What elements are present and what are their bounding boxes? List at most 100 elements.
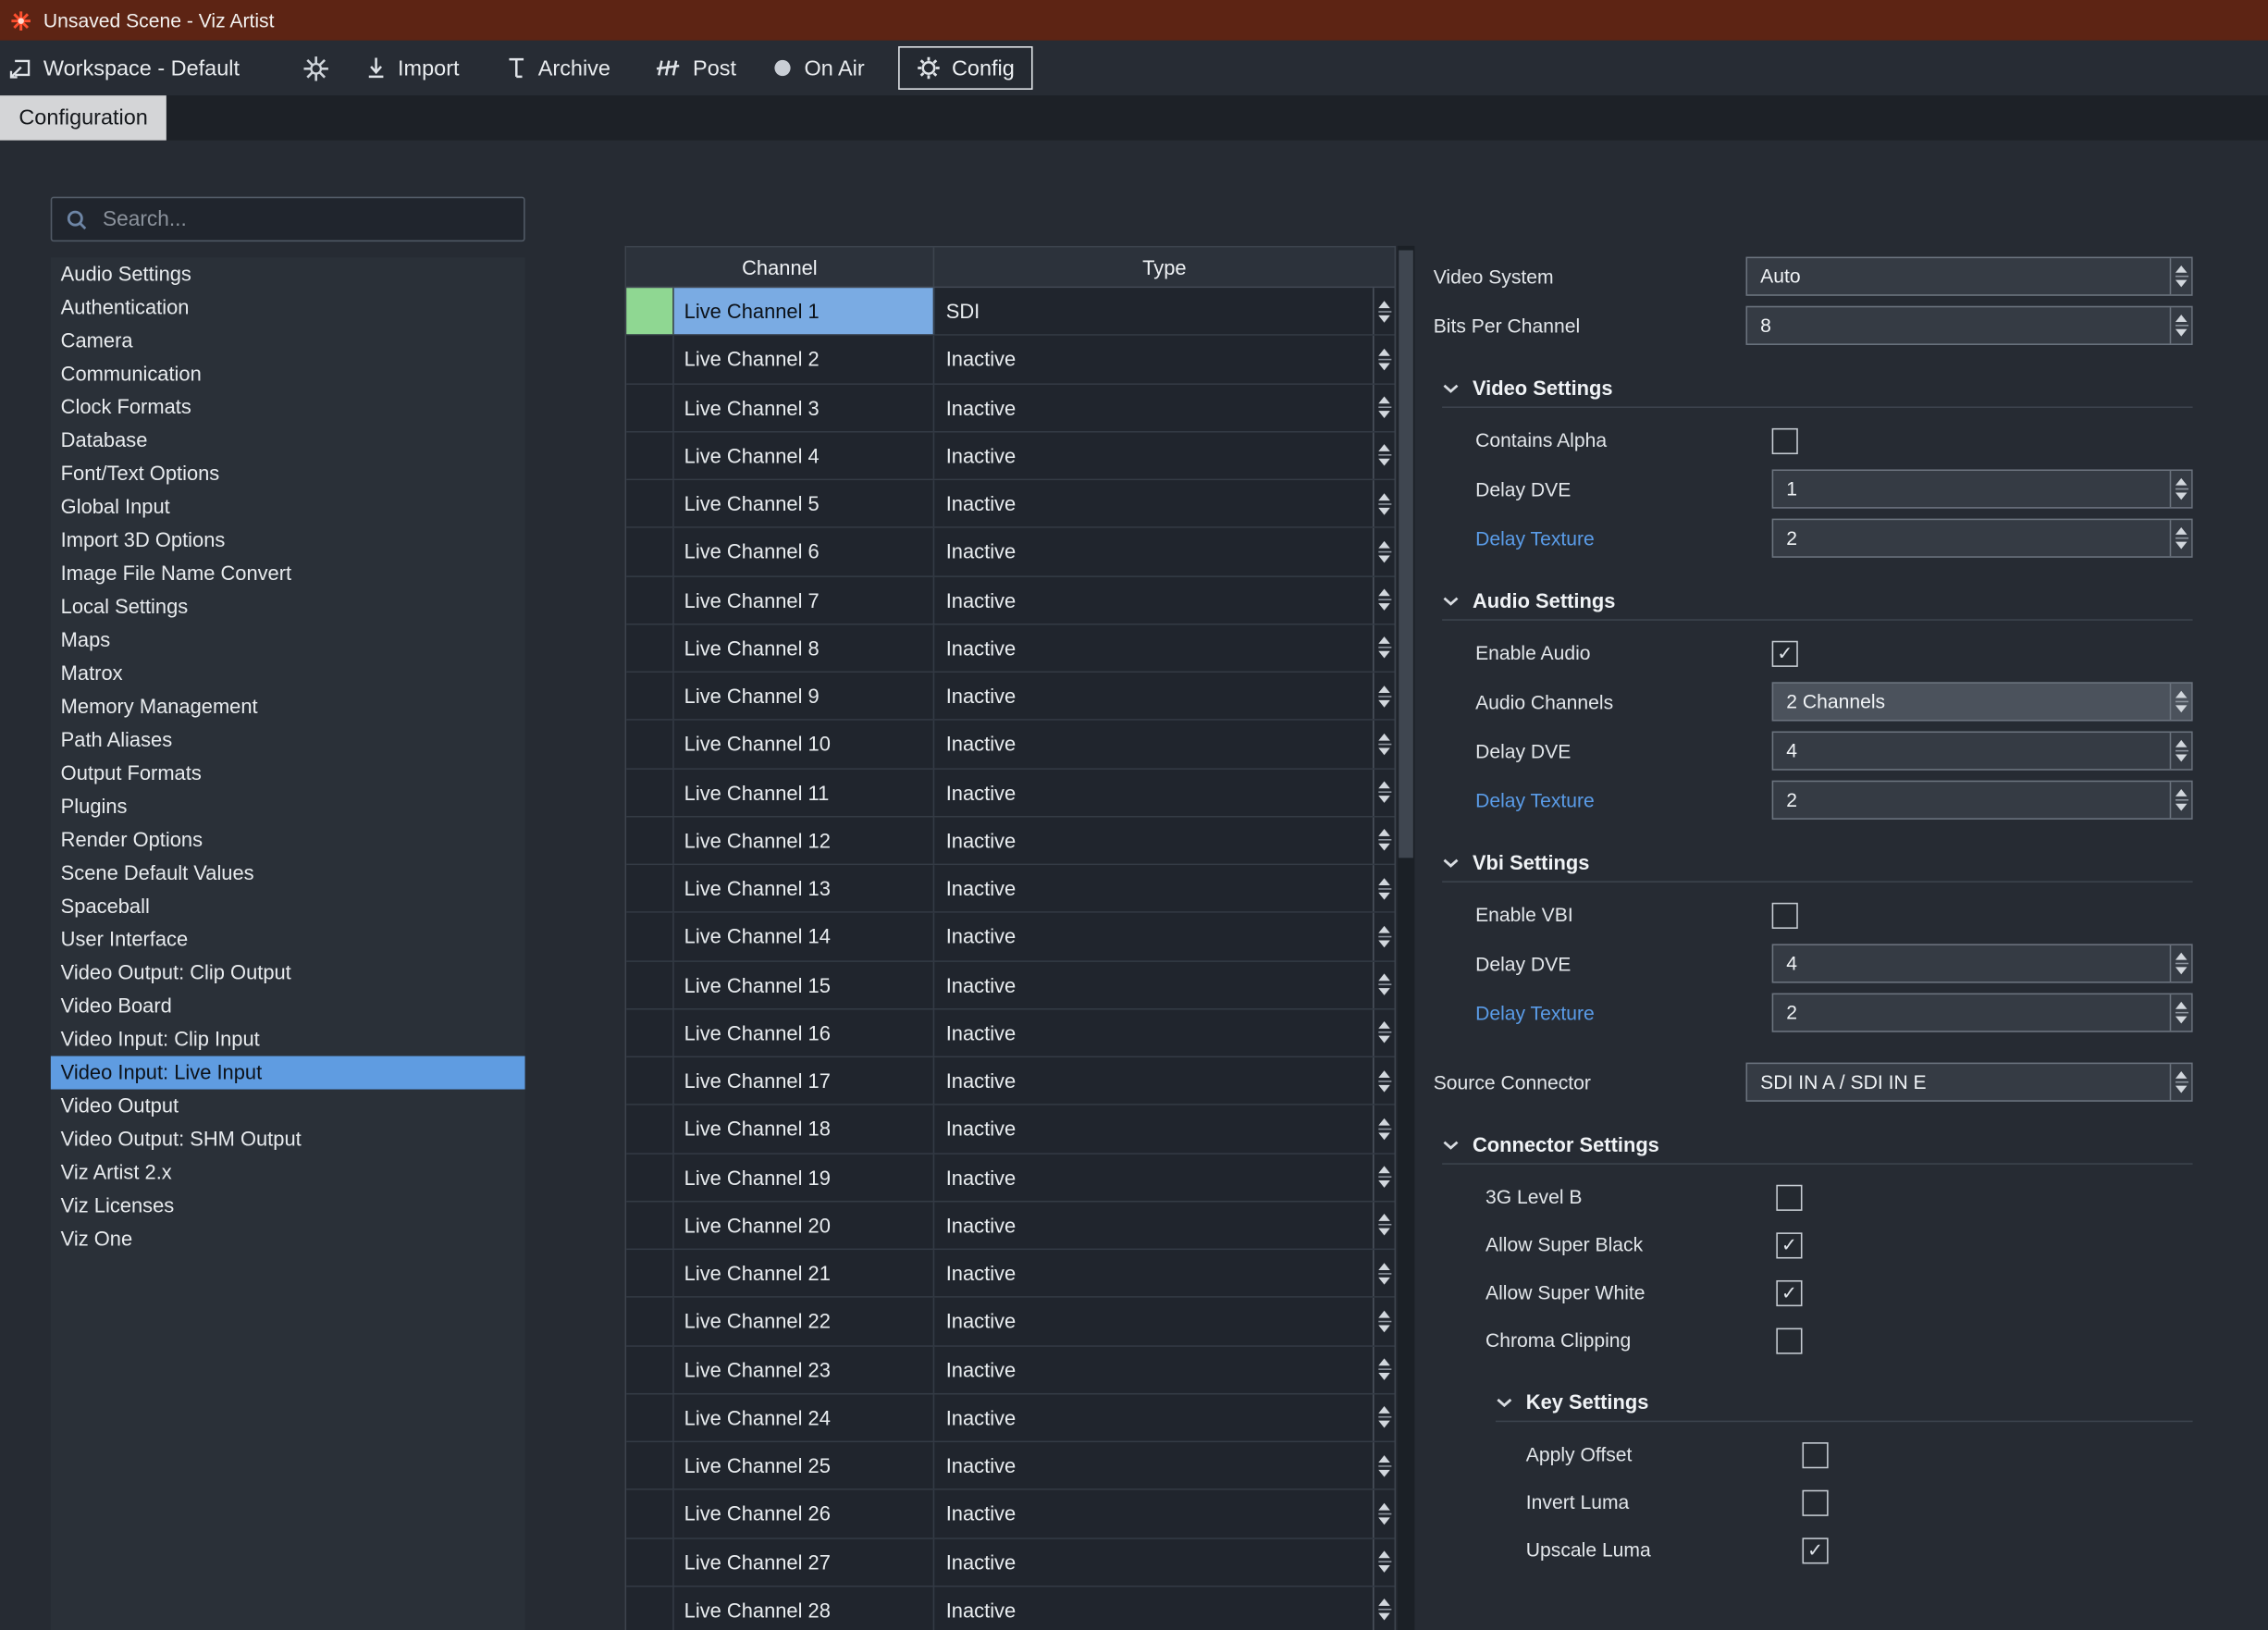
stepper-icon[interactable] <box>1373 1057 1394 1105</box>
channel-cell[interactable]: Live Channel 17 <box>674 1057 935 1105</box>
audio-channels-field[interactable]: 2 Channels <box>1771 682 2193 722</box>
sidebar-item-audio-settings[interactable]: Audio Settings <box>51 257 525 290</box>
channel-cell[interactable]: Live Channel 20 <box>674 1202 935 1249</box>
type-cell[interactable]: Inactive <box>934 1009 1394 1056</box>
allow-super-white-checkbox[interactable] <box>1776 1279 1803 1306</box>
post-button[interactable]: Post <box>655 41 736 95</box>
sidebar-item-communication[interactable]: Communication <box>51 357 525 390</box>
channel-cell[interactable]: Live Channel 13 <box>674 865 935 912</box>
stepper-icon[interactable] <box>1373 336 1394 383</box>
type-cell[interactable]: Inactive <box>934 336 1394 383</box>
sidebar-item-scene-default-values[interactable]: Scene Default Values <box>51 857 525 890</box>
type-cell[interactable]: Inactive <box>934 1154 1394 1201</box>
column-header-channel[interactable]: Channel <box>626 247 935 287</box>
type-cell[interactable]: Inactive <box>934 1298 1394 1345</box>
channel-cell[interactable]: Live Channel 11 <box>674 769 935 816</box>
channel-cell[interactable]: Live Channel 3 <box>674 384 935 431</box>
contains-alpha-checkbox[interactable] <box>1771 427 1798 454</box>
sidebar-item-video-input-clip-input[interactable]: Video Input: Clip Input <box>51 1023 525 1056</box>
upscale-luma-checkbox[interactable] <box>1802 1537 1829 1563</box>
stepper-icon[interactable] <box>1373 288 1394 335</box>
delay-dve-field[interactable]: 4 <box>1771 944 2193 983</box>
enable-vbi-checkbox[interactable] <box>1771 902 1798 929</box>
video-system-field[interactable]: Auto <box>1745 256 2193 296</box>
type-cell[interactable]: Inactive <box>934 1490 1394 1537</box>
sidebar-item-import-3d-options[interactable]: Import 3D Options <box>51 524 525 557</box>
stepper-icon[interactable] <box>1373 528 1394 575</box>
sidebar-item-path-aliases[interactable]: Path Aliases <box>51 723 525 757</box>
sidebar-item-user-interface[interactable]: User Interface <box>51 923 525 957</box>
type-cell[interactable]: Inactive <box>934 1346 1394 1393</box>
type-cell[interactable]: Inactive <box>934 673 1394 720</box>
invert-luma-checkbox[interactable] <box>1802 1488 1829 1516</box>
stepper-icon[interactable] <box>1373 721 1394 768</box>
channel-cell[interactable]: Live Channel 12 <box>674 817 935 864</box>
channel-cell[interactable]: Live Channel 22 <box>674 1298 935 1345</box>
source-connector-field[interactable]: SDI IN A / SDI IN E <box>1745 1062 2193 1102</box>
channel-cell[interactable]: Live Channel 26 <box>674 1490 935 1537</box>
sidebar-item-clock-formats[interactable]: Clock Formats <box>51 390 525 424</box>
channel-cell[interactable]: Live Channel 28 <box>674 1587 935 1630</box>
type-cell[interactable]: Inactive <box>934 1587 1394 1630</box>
stepper-icon[interactable] <box>1373 961 1394 1008</box>
channel-cell[interactable]: Live Channel 21 <box>674 1250 935 1297</box>
channel-cell[interactable]: Live Channel 25 <box>674 1442 935 1489</box>
bits-per-channel-field[interactable]: 8 <box>1745 305 2193 345</box>
stepper-icon[interactable] <box>1373 1346 1394 1393</box>
allow-super-black-checkbox[interactable] <box>1776 1231 1803 1258</box>
search-box[interactable] <box>50 196 525 242</box>
stepper-icon[interactable] <box>1373 1298 1394 1345</box>
sidebar-item-video-output-shm-output[interactable]: Video Output: SHM Output <box>51 1123 525 1156</box>
chevron-down-icon[interactable] <box>1442 858 1460 868</box>
sidebar-item-video-output[interactable]: Video Output <box>51 1090 525 1123</box>
import-button[interactable]: Import <box>366 41 460 95</box>
type-cell[interactable]: Inactive <box>934 480 1394 527</box>
stepper-icon[interactable] <box>1373 480 1394 527</box>
type-cell[interactable]: SDI <box>934 288 1394 335</box>
sidebar-item-image-file-name-convert[interactable]: Image File Name Convert <box>51 557 525 590</box>
type-cell[interactable]: Inactive <box>934 576 1394 624</box>
type-cell[interactable]: Inactive <box>934 817 1394 864</box>
table-scrollbar[interactable] <box>1397 245 1415 1630</box>
channel-cell[interactable]: Live Channel 18 <box>674 1105 935 1153</box>
stepper-icon[interactable] <box>2169 258 2191 295</box>
stepper-icon[interactable] <box>1373 673 1394 720</box>
channel-cell[interactable]: Live Channel 2 <box>674 336 935 383</box>
channel-cell[interactable]: Live Channel 19 <box>674 1154 935 1201</box>
channel-cell[interactable]: Live Channel 14 <box>674 913 935 960</box>
chevron-down-icon[interactable] <box>1442 596 1460 606</box>
channel-cell[interactable]: Live Channel 15 <box>674 961 935 1008</box>
type-cell[interactable]: Inactive <box>934 384 1394 431</box>
settings-gear-button[interactable] <box>302 41 330 95</box>
stepper-icon[interactable] <box>1373 865 1394 912</box>
stepper-icon[interactable] <box>2169 782 2191 819</box>
channel-cell[interactable]: Live Channel 5 <box>674 480 935 527</box>
type-cell[interactable]: Inactive <box>934 769 1394 816</box>
channel-cell[interactable]: Live Channel 24 <box>674 1394 935 1441</box>
chevron-down-icon[interactable] <box>1496 1398 1513 1408</box>
delay-dve-field[interactable]: 1 <box>1771 469 2193 509</box>
stepper-icon[interactable] <box>1373 624 1394 672</box>
stepper-icon[interactable] <box>1373 1538 1394 1586</box>
type-cell[interactable]: Inactive <box>934 1105 1394 1153</box>
stepper-icon[interactable] <box>1373 1105 1394 1153</box>
type-cell[interactable]: Inactive <box>934 1250 1394 1297</box>
type-cell[interactable]: Inactive <box>934 721 1394 768</box>
delay-dve-field[interactable]: 4 <box>1771 731 2193 771</box>
sidebar-item-authentication[interactable]: Authentication <box>51 290 525 324</box>
sidebar-item-video-board[interactable]: Video Board <box>51 990 525 1023</box>
sidebar-item-viz-one[interactable]: Viz One <box>51 1222 525 1255</box>
stepper-icon[interactable] <box>2169 307 2191 344</box>
apply-offset-checkbox[interactable] <box>1802 1441 1829 1468</box>
stepper-icon[interactable] <box>1373 913 1394 960</box>
stepper-icon[interactable] <box>1373 769 1394 816</box>
sidebar-item-output-formats[interactable]: Output Formats <box>51 757 525 790</box>
type-cell[interactable]: Inactive <box>934 1394 1394 1441</box>
delay-texture-field[interactable]: 2 <box>1771 993 2193 1032</box>
stepper-icon[interactable] <box>1373 1490 1394 1537</box>
type-cell[interactable]: Inactive <box>934 1057 1394 1105</box>
type-cell[interactable]: Inactive <box>934 528 1394 575</box>
stepper-icon[interactable] <box>2169 520 2191 557</box>
channel-cell[interactable]: Live Channel 7 <box>674 576 935 624</box>
channel-cell[interactable]: Live Channel 9 <box>674 673 935 720</box>
